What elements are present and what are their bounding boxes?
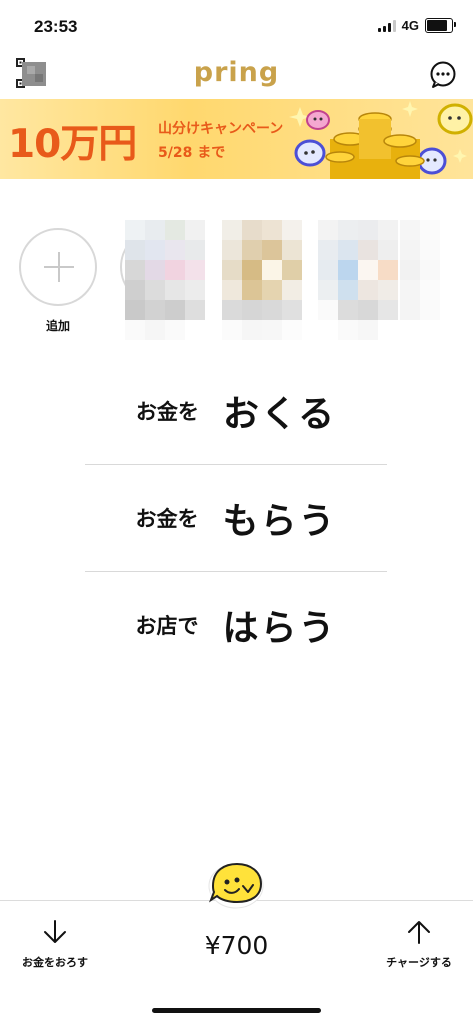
send-money-button[interactable]: お金を おくる [85, 358, 387, 464]
friend-avatar-blurred[interactable] [400, 220, 440, 340]
send-money-label: おくる [222, 394, 337, 435]
campaign-banner[interactable]: 10万円 山分けキャンペーン 5/28 まで [0, 99, 473, 179]
app-header: pring [0, 52, 473, 98]
chat-bubble-icon[interactable] [429, 61, 457, 89]
bottom-bar: お金をおろす ¥700 チャージする [0, 900, 473, 1025]
add-friend-button[interactable] [19, 228, 97, 306]
pay-at-store-button[interactable]: お店で はらう [85, 572, 387, 678]
receive-money-button[interactable]: お金を もらう [85, 465, 387, 571]
battery-icon [425, 18, 456, 33]
add-friend-label: 追加 [46, 319, 71, 333]
receive-money-label: もらう [222, 501, 337, 542]
app-logo: pring [193, 57, 280, 88]
status-bar: 23:53 4G [0, 0, 473, 50]
send-money-prefix: お金を [135, 400, 199, 424]
friend-avatar-blurred[interactable] [222, 220, 302, 340]
banner-campaign-title: 山分けキャンペーン [158, 121, 284, 137]
mascot-icon[interactable] [207, 856, 265, 910]
network-type: 4G [401, 18, 419, 33]
status-time: 23:53 [34, 17, 78, 36]
friend-avatar-blurred[interactable] [318, 220, 398, 340]
signal-icon [377, 19, 396, 32]
friends-row: 追加 [0, 212, 473, 342]
status-indicators: 4G [377, 18, 456, 33]
arrow-up-icon [408, 921, 430, 944]
charge-button[interactable]: チャージする [364, 919, 473, 970]
home-indicator[interactable] [152, 1008, 321, 1013]
banner-amount: 10万円 [8, 122, 137, 167]
pay-at-store-prefix: お店で [135, 614, 199, 638]
friend-avatar-blurred[interactable] [125, 220, 205, 340]
charge-label: チャージする [386, 956, 452, 969]
banner-deadline: 5/28 まで [158, 145, 226, 161]
receive-money-prefix: お金を [135, 507, 199, 531]
pay-at-store-label: はらう [222, 608, 337, 649]
coins-illustration [289, 101, 473, 179]
